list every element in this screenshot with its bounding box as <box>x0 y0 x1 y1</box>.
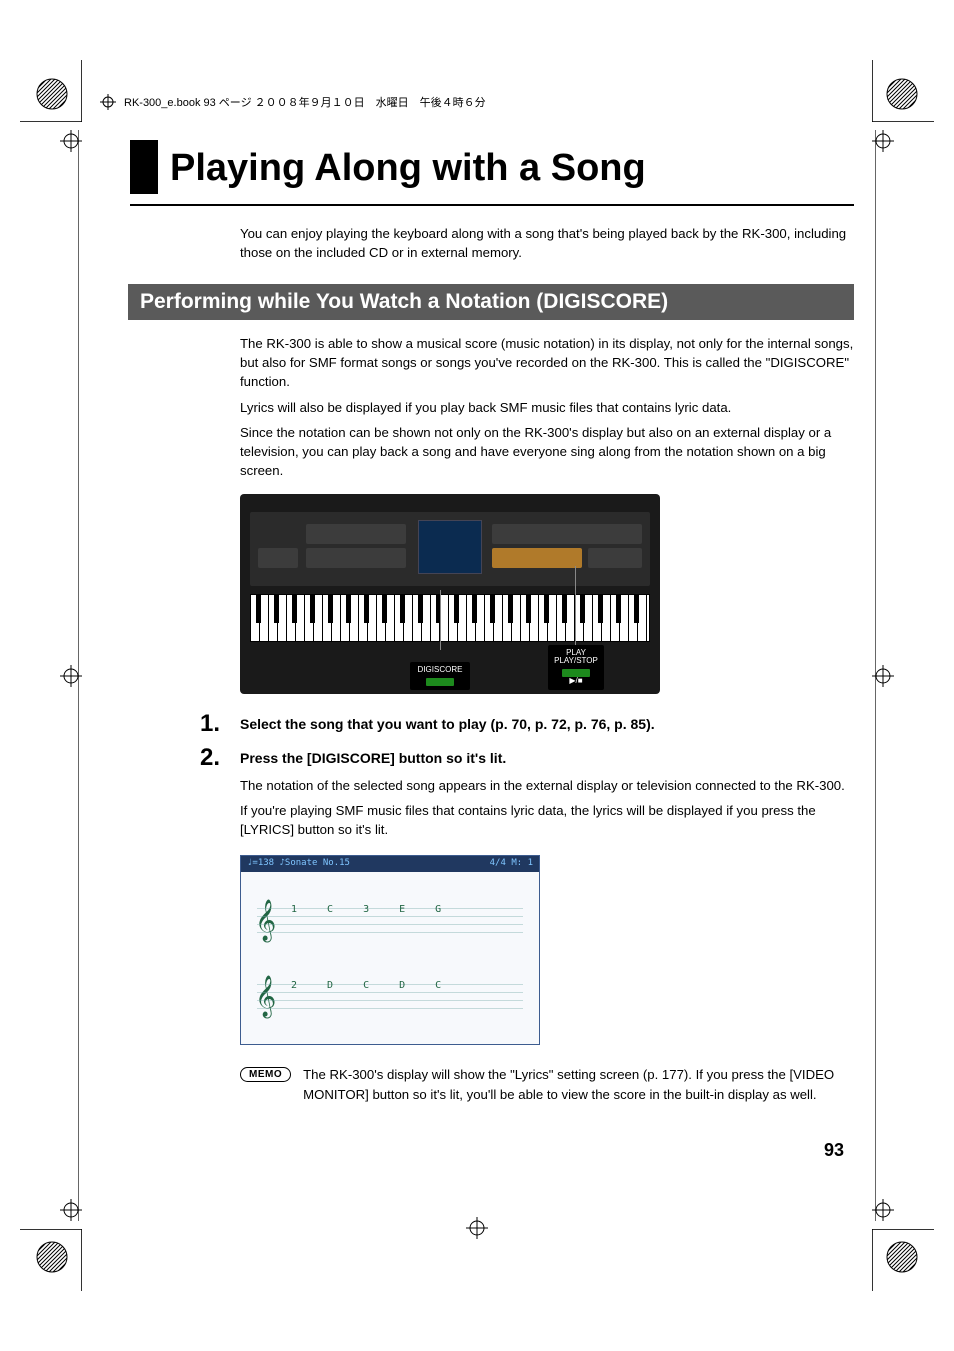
staff-row-2: 𝄞 2 D C D C <box>257 976 523 1016</box>
keyboard-keys <box>250 594 650 642</box>
registration-mark <box>60 665 82 687</box>
step2-p1: The notation of the selected song appear… <box>240 776 854 795</box>
keyboard-illustration: DIGISCORE PLAY PLAY/STOP ▶/■ <box>240 494 660 694</box>
staff-row-1: 𝄞 1 C 3 E G <box>257 900 523 940</box>
page-number: 93 <box>824 1140 844 1161</box>
section-p3: Since the notation can be shown not only… <box>240 423 854 480</box>
registration-mark <box>60 1199 82 1221</box>
content-area: Playing Along with a Song You can enjoy … <box>130 140 854 1181</box>
step-title: Press the [DIGISCORE] button so it's lit… <box>240 746 854 770</box>
running-header-text: RK-300_e.book 93 ページ ２００８年９月１０日 水曜日 午後４時… <box>124 94 486 110</box>
score-top-right: 4/4 M: 1 <box>490 858 533 870</box>
chapter-title-bar <box>130 140 158 194</box>
corner-hatch-bl <box>36 1241 68 1273</box>
corner-hatch-tr <box>886 78 918 110</box>
keyboard-panel <box>250 512 650 586</box>
registration-mark <box>466 1217 488 1239</box>
page: RK-300_e.book 93 ページ ２００８年９月１０日 水曜日 午後４時… <box>0 0 954 1351</box>
registration-mark <box>872 130 894 152</box>
chapter-title: Playing Along with a Song <box>170 140 854 194</box>
callout-play: PLAY PLAY/STOP ▶/■ <box>548 645 604 690</box>
section-heading: Performing while You Watch a Notation (D… <box>128 284 854 320</box>
score-screen-illustration: ♩=138 ♪Sonate No.15 4/4 M: 1 𝄞 1 C 3 E G… <box>240 855 540 1045</box>
callout-label: DIGISCORE <box>418 665 463 674</box>
play-stop-glyph: ▶/■ <box>569 676 582 685</box>
step-number: 2. <box>200 746 240 770</box>
step2-p2: If you're playing SMF music files that c… <box>240 801 854 839</box>
chapter-rule <box>130 204 854 206</box>
keyboard-screen <box>418 520 482 574</box>
registration-mark-icon <box>100 94 116 110</box>
section-p1: The RK-300 is able to show a musical sco… <box>240 334 854 391</box>
running-header: RK-300_e.book 93 ページ ２００８年９月１０日 水曜日 午後４時… <box>100 94 854 110</box>
score-top-left: ♩=138 ♪Sonate No.15 <box>247 858 350 870</box>
staff-notes: 1 C 3 E G <box>291 904 453 915</box>
section-body: The RK-300 is able to show a musical sco… <box>240 334 854 480</box>
registration-mark <box>872 665 894 687</box>
corner-hatch-tl <box>36 78 68 110</box>
step-2-desc: The notation of the selected song appear… <box>240 776 854 839</box>
staff-notes: 2 D C D C <box>291 980 453 991</box>
button-led-icon <box>426 678 454 686</box>
callout-label: PLAY/STOP <box>554 656 598 665</box>
corner-hatch-br <box>886 1241 918 1273</box>
intro-text: You can enjoy playing the keyboard along… <box>240 224 854 262</box>
registration-mark <box>60 130 82 152</box>
memo-badge: MEMO <box>240 1067 291 1082</box>
memo-text: The RK-300's display will show the "Lyri… <box>303 1065 854 1103</box>
intro-paragraph: You can enjoy playing the keyboard along… <box>240 224 854 262</box>
callout-leader-line <box>575 566 576 650</box>
section-p2: Lyrics will also be displayed if you pla… <box>240 398 854 417</box>
step-2: 2. Press the [DIGISCORE] button so it's … <box>200 746 854 770</box>
chapter-title-row: Playing Along with a Song <box>130 140 854 194</box>
callout-label: PLAY <box>566 648 586 657</box>
registration-mark <box>872 1199 894 1221</box>
score-titlebar: ♩=138 ♪Sonate No.15 4/4 M: 1 <box>241 856 539 872</box>
step-1: 1. Select the song that you want to play… <box>200 712 854 736</box>
step-number: 1. <box>200 712 240 736</box>
memo-block: MEMO The RK-300's display will show the … <box>240 1065 854 1103</box>
step-title: Select the song that you want to play (p… <box>240 712 854 736</box>
callout-digiscore: DIGISCORE <box>410 662 470 690</box>
callout-leader-line <box>440 590 441 650</box>
